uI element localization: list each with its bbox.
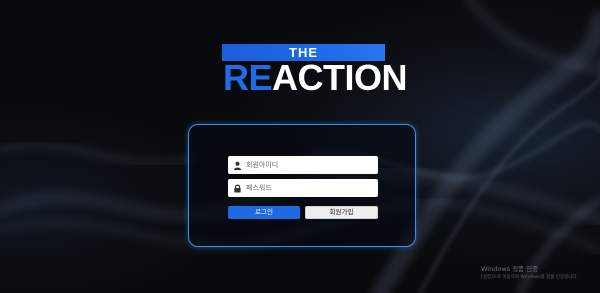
username-field[interactable] xyxy=(228,156,378,174)
logo-word-rest: ACTION xyxy=(272,57,408,98)
logo-wordmark: REACTION xyxy=(223,57,408,98)
lock-icon xyxy=(234,184,241,193)
signup-button[interactable]: 회원가입 xyxy=(305,206,378,219)
logo-word-accent: RE xyxy=(223,57,273,98)
password-field[interactable] xyxy=(228,179,378,197)
username-input[interactable] xyxy=(246,158,366,172)
login-button[interactable]: 로그인 xyxy=(228,206,300,219)
brand-logo: THE REACTION xyxy=(222,44,408,97)
watermark-title: Windows 정품 인증 xyxy=(481,265,539,273)
password-input[interactable] xyxy=(246,181,366,195)
user-icon xyxy=(233,161,242,170)
windows-activation-watermark: Windows 정품 인증 [설정]으로 이동하여 Windows를 정품 인증… xyxy=(481,265,599,281)
watermark-subtitle: [설정]으로 이동하여 Windows를 정품 인증합니다. xyxy=(481,275,578,280)
